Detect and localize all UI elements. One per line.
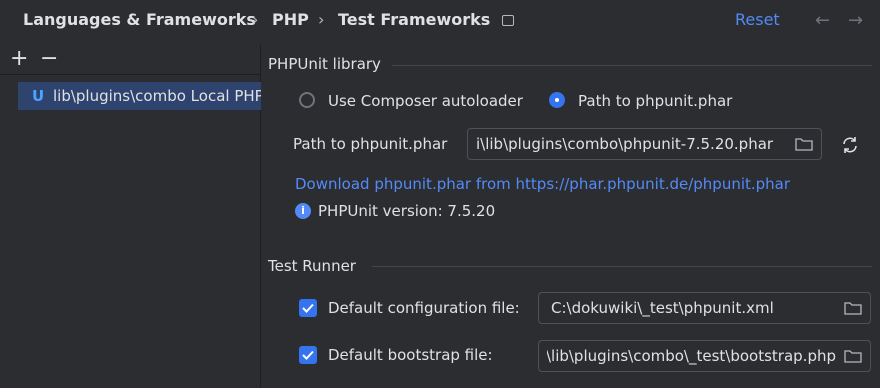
divider bbox=[372, 266, 872, 267]
back-arrow-icon[interactable]: ← bbox=[815, 10, 830, 31]
download-phar-link[interactable]: Download phpunit.phar from https://phar.… bbox=[295, 175, 790, 193]
phpunit-version: PHPUnit version: 7.5.20 bbox=[318, 202, 496, 220]
bootstrap-file-input[interactable]: C:\dokuwiki\lib\plugins\combo\_test\boot… bbox=[547, 347, 836, 365]
info-icon: i bbox=[295, 203, 311, 219]
phpunit-icon: U bbox=[32, 87, 45, 105]
reset-button[interactable]: Reset bbox=[735, 10, 780, 29]
radio-composer-autoloader[interactable] bbox=[299, 92, 315, 108]
config-file-input[interactable]: C:\dokuwiki\_test\phpunit.xml bbox=[551, 299, 836, 317]
checkmark-icon bbox=[302, 350, 314, 360]
breadcrumb-separator-icon: › bbox=[318, 10, 325, 29]
phar-path-input[interactable]: i\lib\plugins\combo\phpunit-7.5.20.phar bbox=[476, 135, 787, 153]
breadcrumb-php[interactable]: PHP bbox=[272, 10, 309, 29]
folder-icon[interactable] bbox=[844, 301, 862, 315]
bootstrap-file-label[interactable]: Default bootstrap file: bbox=[328, 346, 493, 364]
path-label: Path to phpunit.phar bbox=[293, 135, 448, 153]
page-title: Test Frameworks bbox=[338, 10, 491, 29]
bootstrap-file-field[interactable]: C:\dokuwiki\lib\plugins\combo\_test\boot… bbox=[538, 340, 871, 372]
add-icon[interactable]: + bbox=[10, 46, 28, 72]
list-item-label: lib\plugins\combo Local PHP bbox=[53, 87, 261, 105]
breadcrumb-languages-frameworks[interactable]: Languages & Frameworks bbox=[23, 10, 256, 29]
radio-label-path-to-phar[interactable]: Path to phpunit.phar bbox=[578, 92, 732, 110]
config-file-checkbox[interactable] bbox=[299, 299, 317, 317]
checkmark-icon bbox=[302, 303, 314, 313]
remove-icon[interactable]: − bbox=[40, 46, 58, 72]
divider bbox=[0, 74, 260, 75]
refresh-icon[interactable] bbox=[840, 135, 860, 155]
radio-path-to-phar[interactable] bbox=[549, 92, 565, 108]
project-scope-icon bbox=[502, 15, 514, 26]
section-title-test-runner: Test Runner bbox=[268, 257, 356, 275]
bootstrap-file-checkbox[interactable] bbox=[299, 346, 317, 364]
divider bbox=[392, 65, 872, 66]
list-item-configuration[interactable]: U lib\plugins\combo Local PHP bbox=[18, 82, 261, 110]
section-title-phpunit-library: PHPUnit library bbox=[268, 55, 381, 73]
config-file-field[interactable]: C:\dokuwiki\_test\phpunit.xml bbox=[538, 292, 871, 324]
breadcrumb-separator-icon: › bbox=[252, 10, 259, 29]
radio-label-composer-autoloader[interactable]: Use Composer autoloader bbox=[328, 92, 523, 110]
phar-path-field[interactable]: i\lib\plugins\combo\phpunit-7.5.20.phar bbox=[467, 128, 822, 160]
folder-icon[interactable] bbox=[844, 349, 862, 363]
config-file-label[interactable]: Default configuration file: bbox=[328, 299, 520, 317]
folder-icon[interactable] bbox=[795, 137, 813, 151]
forward-arrow-icon[interactable]: → bbox=[848, 10, 863, 31]
